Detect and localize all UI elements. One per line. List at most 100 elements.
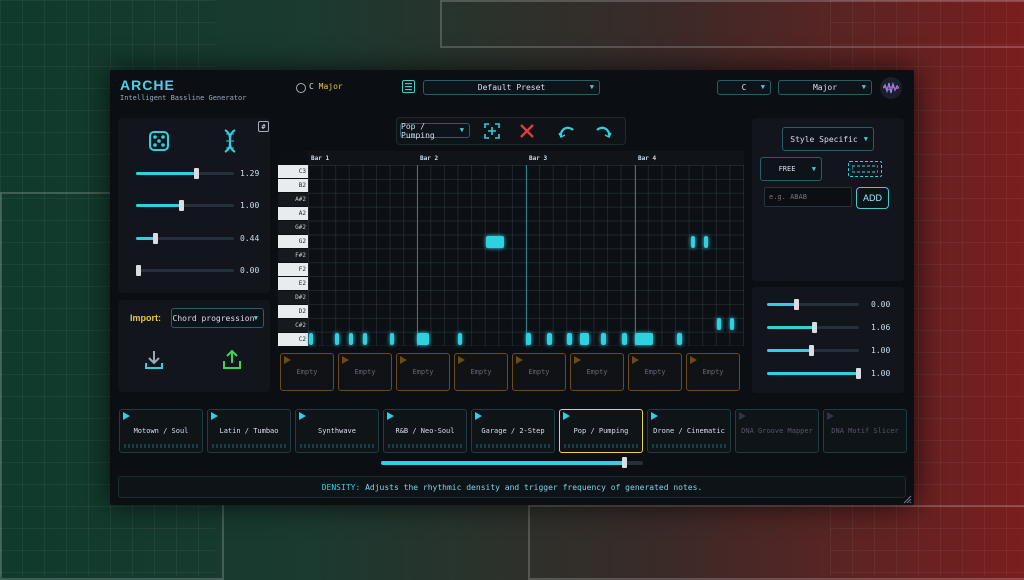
note[interactable] [717,318,721,330]
piano-key[interactable]: A#2 [278,193,308,206]
preset-select[interactable]: Default Preset ▼ [423,80,600,95]
pattern-slot[interactable]: Empty [570,353,624,391]
note[interactable] [309,333,313,345]
piano-key[interactable]: C2 [278,333,308,346]
pattern-slot[interactable]: Empty [280,353,334,391]
pattern-slot[interactable]: Empty [512,353,566,391]
note[interactable] [335,333,339,345]
pattern-style-select[interactable]: Pop / Pumping ▼ [400,122,470,140]
style-card[interactable]: Garage / 2-Step [471,409,555,453]
left-slider-4-value: 0.00 [240,266,260,275]
note[interactable] [417,333,429,345]
slider-knob[interactable] [152,233,158,244]
note-grid[interactable] [308,165,744,346]
right-slider-2[interactable] [767,322,859,333]
note[interactable] [458,333,462,345]
note[interactable] [567,333,572,345]
hash-button[interactable]: # [258,121,269,132]
resize-grip-icon[interactable] [902,494,912,504]
add-note-icon[interactable] [482,121,502,141]
key-indicator-radio[interactable] [296,83,306,93]
scale-select[interactable]: Major ▼ [778,80,872,95]
slider-knob[interactable] [621,457,627,468]
chevron-down-icon: ▼ [861,83,866,91]
piano-key[interactable]: C#2 [278,319,308,332]
note[interactable] [547,333,552,345]
left-slider-2[interactable] [136,200,234,211]
style-card[interactable]: Motown / Soul [119,409,203,453]
style-card-disabled[interactable]: DNA Groove Mapper [735,409,819,453]
note[interactable] [691,236,695,248]
import-select[interactable]: Chord progression ▼ [171,308,264,328]
pattern-toggle-icon[interactable] [848,161,882,177]
piano-key[interactable]: F#2 [278,249,308,262]
piano-key[interactable]: C3 [278,165,308,178]
note[interactable] [486,236,504,248]
piano-key[interactable]: F2 [278,263,308,276]
note[interactable] [677,333,682,345]
slider-knob[interactable] [794,299,800,310]
note[interactable] [363,333,367,345]
slider-knob[interactable] [856,368,861,379]
style-card[interactable]: Drone / Cinematic [647,409,731,453]
waveform-logo-icon[interactable] [880,77,902,99]
left-slider-4[interactable] [136,265,234,276]
pattern-slot[interactable]: Empty [686,353,740,391]
export-icon[interactable] [220,348,244,372]
pattern-slot[interactable]: Empty [454,353,508,391]
slider-knob[interactable] [179,200,185,211]
piano-key[interactable]: B2 [278,179,308,192]
slider-knob[interactable] [136,265,141,276]
style-card-disabled[interactable]: DNA Motif Slicer [823,409,907,453]
dice-icon[interactable] [146,128,172,154]
note[interactable] [390,333,394,345]
undo-icon[interactable] [557,121,577,141]
pattern-slot[interactable]: Empty [628,353,682,391]
style-blend-slider[interactable] [381,457,643,468]
note[interactable] [580,333,589,345]
download-icon[interactable] [142,348,166,372]
style-mode-select[interactable]: Style Specific ▼ [782,127,874,151]
note[interactable] [622,333,627,345]
play-icon [458,356,465,364]
piano-key[interactable]: D#2 [278,291,308,304]
note[interactable] [635,333,653,345]
note[interactable] [730,318,734,330]
piano-key[interactable]: G#2 [278,221,308,234]
slider-fill [767,303,798,306]
play-icon [516,356,523,364]
clear-icon[interactable] [517,121,537,141]
preset-list-icon[interactable] [402,80,415,93]
slider-knob[interactable] [193,168,199,179]
note[interactable] [601,333,606,345]
right-slider-3[interactable] [767,345,859,356]
note[interactable] [704,236,708,248]
pattern-input[interactable] [764,187,852,207]
slider-fill [381,461,625,465]
style-card[interactable]: Latin / Tumbao [207,409,291,453]
pattern-slot[interactable]: Empty [396,353,450,391]
play-icon [475,412,482,420]
redo-icon[interactable] [593,121,613,141]
piano-key[interactable]: G2 [278,235,308,248]
piano-key[interactable]: D2 [278,305,308,318]
left-slider-1[interactable] [136,168,234,179]
slider-knob[interactable] [809,345,815,356]
piano-key[interactable]: E2 [278,277,308,290]
piano-roll[interactable]: Bar 1 Bar 2 Bar 3 Bar 4 C3 B2 A#2 A2 G#2… [278,151,744,346]
style-card[interactable]: R&B / Neo-Soul [383,409,467,453]
style-card[interactable]: Synthwave [295,409,379,453]
add-button[interactable]: ADD [856,187,889,209]
right-slider-1[interactable] [767,299,859,310]
note[interactable] [349,333,353,345]
pattern-slot[interactable]: Empty [338,353,392,391]
note[interactable] [526,333,531,345]
slider-knob[interactable] [811,322,817,333]
free-mode-select[interactable]: FREE ▼ [760,157,822,181]
piano-key[interactable]: A2 [278,207,308,220]
left-slider-3[interactable] [136,233,234,244]
dna-icon[interactable] [217,128,243,154]
style-card-active[interactable]: Pop / Pumping [559,409,643,453]
root-note-select[interactable]: C ▼ [717,80,771,95]
right-slider-4[interactable] [767,368,861,379]
